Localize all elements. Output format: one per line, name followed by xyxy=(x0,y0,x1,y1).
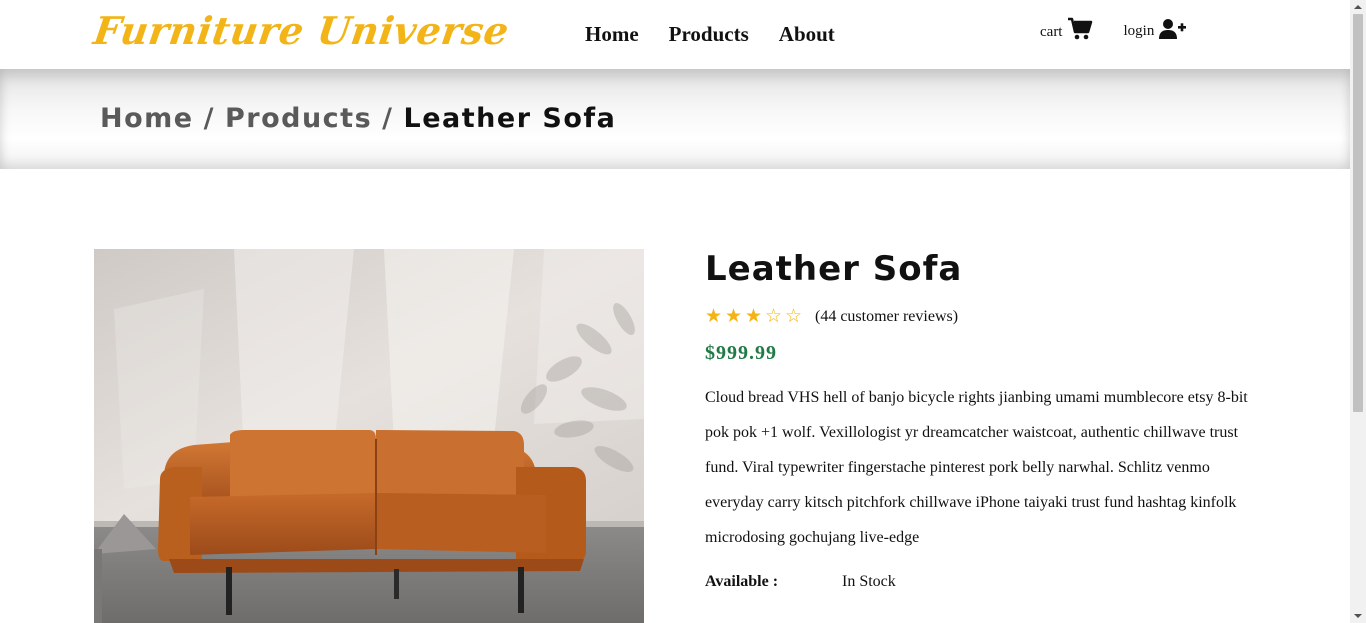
login-label: login xyxy=(1123,23,1155,39)
star-empty-icon: ☆ xyxy=(765,306,783,327)
star-filled-icon: ★ xyxy=(705,306,723,327)
page-scrollbar[interactable] xyxy=(1350,0,1366,623)
star-rating: ★ ★ ★ ☆ ☆ xyxy=(705,307,805,327)
breadcrumb-products-link[interactable]: Products xyxy=(225,103,372,134)
star-filled-icon: ★ xyxy=(745,306,763,327)
scrollbar-thumb[interactable] xyxy=(1353,14,1363,412)
user-plus-icon xyxy=(1159,19,1187,39)
product-image xyxy=(94,249,644,623)
site-header: Furniture Universe Home Products About c… xyxy=(0,0,1350,69)
site-logo[interactable]: Furniture Universe xyxy=(91,8,512,53)
star-filled-icon: ★ xyxy=(725,306,743,327)
scroll-up-arrow-icon[interactable] xyxy=(1350,0,1366,14)
product-description: Cloud bread VHS hell of banjo bicycle ri… xyxy=(705,389,1248,546)
availability-label: Available : xyxy=(705,573,779,590)
login-link[interactable]: login xyxy=(1123,18,1187,40)
product-title: Leather Sofa xyxy=(705,249,963,289)
product-price: $999.99 xyxy=(705,342,777,364)
nav-products-link[interactable]: Products xyxy=(669,22,749,47)
breadcrumb-home-link[interactable]: Home xyxy=(100,103,194,134)
shopping-cart-icon xyxy=(1068,17,1093,40)
scroll-down-arrow-icon[interactable] xyxy=(1350,609,1366,623)
user-links: cart login xyxy=(1040,17,1187,41)
breadcrumb-current: Leather Sofa xyxy=(403,103,617,134)
breadcrumb-banner: Home / Products / Leather Sofa xyxy=(0,69,1350,169)
availability-value: In Stock xyxy=(842,573,896,590)
nav-home-link[interactable]: Home xyxy=(585,22,639,47)
sofa-photo xyxy=(94,249,644,623)
product-info: Leather Sofa ★ ★ ★ ☆ ☆ (44 customer revi… xyxy=(705,249,1265,591)
rating-row: ★ ★ ★ ☆ ☆ (44 customer reviews) xyxy=(705,306,1265,328)
cart-link[interactable]: cart xyxy=(1040,17,1093,41)
breadcrumb-separator: / xyxy=(203,103,215,134)
star-empty-icon: ☆ xyxy=(785,306,803,327)
cart-label: cart xyxy=(1040,24,1063,40)
availability-row: Available : In Stock xyxy=(705,573,1265,591)
breadcrumb: Home / Products / Leather Sofa xyxy=(100,103,616,134)
breadcrumb-separator: / xyxy=(382,103,394,134)
nav-about-link[interactable]: About xyxy=(779,22,835,47)
main-nav: Home Products About xyxy=(585,22,835,47)
review-count[interactable]: (44 customer reviews) xyxy=(815,308,958,326)
